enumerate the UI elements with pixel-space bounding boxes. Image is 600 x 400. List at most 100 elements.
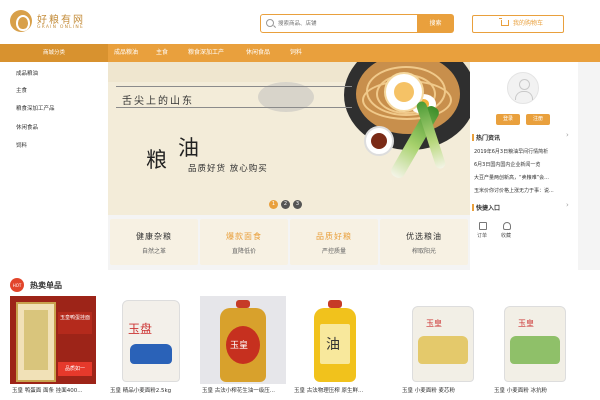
noodle-package-window [24,310,48,370]
product-name: 玉皇 鸭蛋面 面条 挂面400... [12,388,83,394]
section-marker [472,134,474,141]
nav-item-snacks[interactable]: 休闲食品 [246,44,270,62]
product-card[interactable]: 玉皇 玉皇 古法小榨花生油一级压... [198,296,288,400]
feature-subtitle: 直降低价 [231,248,256,255]
product-name: 玉皇 古法物理压榨 原生鲜... [294,388,364,394]
header: 好粮有网 GRAIN ONLINE 搜索 我的购物车 [0,0,600,44]
feature-title: 爆款面食 [226,232,262,241]
feature-subtitle: 榨取阳光 [411,248,436,255]
search-icon [266,19,274,27]
product-image: 玉盘 [108,296,194,384]
category-sidebar: 成品粮油 主食 粮食深加工产品 休闲食品 饲料 [0,62,108,272]
order-icon [479,222,487,230]
quick-links-title: 快捷入口 [476,205,501,212]
bottle-cap [328,300,342,308]
search-box [260,14,418,33]
logo-text: 好粮有网 [37,15,85,26]
quick-link-label: 收藏 [501,233,512,239]
logo-subtext: GRAIN ONLINE [37,25,84,30]
carousel-dots: 1 2 3 [269,200,309,210]
bottle-cap [236,300,250,308]
quick-link-label: 订单 [477,233,488,239]
banner-heading-char-2: 油 [178,136,199,160]
nav-item-staple[interactable]: 主食 [156,44,168,62]
product-image: 油 [292,296,378,384]
logo[interactable]: 好粮有网 GRAIN ONLINE [10,10,130,36]
main-nav: 商城分类 成品粮油 主食 粮食深加工产 休闲食品 饲料 [0,44,600,62]
register-button[interactable]: 注册 [526,114,550,125]
avatar [507,72,539,104]
hot-products-section: HOT 热卖单品 玉皇鸭蛋挂面 品质如一 玉皇 鸭蛋面 面条 挂面400... … [0,270,600,400]
sidebar-item-grain-oil[interactable]: 成品粮油 [16,69,38,77]
page: 好粮有网 GRAIN ONLINE 搜索 我的购物车 商城分类 成品粮油 主食 … [0,0,600,400]
login-button[interactable]: 登录 [496,114,520,125]
cart-button[interactable]: 我的购物车 [472,15,564,33]
search-button[interactable]: 搜索 [417,14,454,33]
product-image: 玉皇 [200,296,286,384]
product-card[interactable]: 玉皇 玉皇 小麦面粉 麦芯粉 [398,296,488,400]
product-card[interactable]: 玉皇 玉皇 小麦面粉 冰抗粉 [490,296,580,400]
news-title: 热门资讯 [476,135,501,142]
feature-subtitle: 严控质量 [321,248,346,255]
product-name: 玉皇 小麦面粉 冰抗粉 [494,388,547,394]
carousel-dot[interactable]: 3 [293,200,302,209]
hero-banner[interactable]: 舌尖上的山东 粮 油 品质好货 放心购买 1 2 3 [108,62,470,215]
hot-badge-icon: HOT [10,278,24,292]
news-item[interactable]: 玉米价你讨价格上涨无力于事：说... [474,187,564,194]
product-image: 玉皇鸭蛋挂面 品质如一 [10,296,96,384]
package-panel-text: 玉皇鸭蛋挂面 [60,315,91,321]
feature-tile[interactable]: 爆款面食 直降低价 [200,219,288,265]
sidebar-item-snacks[interactable]: 休闲食品 [16,123,38,131]
flour-bag [122,300,180,382]
sale-tag: 品质如一 [58,362,92,376]
nav-item-processed[interactable]: 粮食深加工产 [188,44,224,62]
news-item[interactable]: 2019年6月3日粮油早间行情简析 [474,148,564,155]
user-panel: 登录 注册 热门资讯 › 2019年6月3日粮油早间行情简析 6月3日国内国内企… [470,62,578,270]
feature-title: 品质好粮 [316,232,352,241]
feature-tile[interactable]: 健康杂粮 自然之革 [110,219,198,265]
carousel-dot[interactable]: 1 [269,200,278,209]
feature-tiles: 健康杂粮 自然之革 爆款面食 直降低价 品质好粮 严控质量 优选粮油 榨取阳光 [108,215,470,270]
logo-grain-icon [10,10,32,32]
feature-subtitle: 自然之革 [141,248,166,255]
product-image: 玉皇 [400,296,486,384]
banner-heading-char-1: 粮 [146,148,167,172]
feature-tile[interactable]: 优选粮油 榨取阳光 [380,219,468,265]
news-item[interactable]: 6月3日国内国内企业新闻一览 [474,161,564,168]
product-card[interactable]: 玉盘 玉皇 精品小麦面粉2.5kg [106,296,196,400]
product-name: 玉皇 古法小榨花生油一级压... [202,388,275,394]
sidebar-item-staple[interactable]: 主食 [16,86,27,94]
section-marker [472,204,474,211]
search-bar: 搜索 [260,14,454,33]
cart-icon [499,18,509,26]
feature-title: 优选粮油 [406,232,442,241]
product-card[interactable]: 油 玉皇 古法物理压榨 原生鲜... [290,296,380,400]
flour-bag-label: 玉盘 [128,322,153,336]
bottle-brand: 玉皇 [230,341,249,351]
bag-stripe [418,336,468,364]
product-name: 玉皇 精品小麦面粉2.5kg [110,388,172,394]
hot-section-title: 热卖单品 [30,281,62,290]
search-input[interactable] [278,17,413,30]
chevron-right-icon[interactable]: › [566,201,569,209]
sidebar-item-processed[interactable]: 粮食深加工产品 [16,104,55,112]
banner-slogan: 品质好货 放心购买 [188,164,268,174]
bottle-brand: 油 [326,337,340,353]
sidebar-item-feed[interactable]: 饲料 [16,141,27,149]
bag-stripe [130,344,172,364]
nav-item-grain-oil[interactable]: 成品粮油 [114,44,138,62]
banner-sauce-dish [364,126,394,156]
feature-title: 健康杂粮 [136,232,172,241]
product-name: 玉皇 小麦面粉 麦芯粉 [402,388,455,394]
product-card[interactable]: 玉皇鸭蛋挂面 品质如一 玉皇 鸭蛋面 面条 挂面400... [8,296,98,400]
nav-category-menu[interactable]: 商城分类 [0,44,108,62]
heart-icon [503,222,511,230]
banner-subtitle: 舌尖上的山东 [122,96,194,107]
feature-tile[interactable]: 品质好粮 严控质量 [290,219,378,265]
cart-label: 我的购物车 [513,20,544,27]
chevron-right-icon[interactable]: › [566,131,569,139]
news-item[interactable]: 大豆产量两创新高，“卖粮难”会... [474,174,564,181]
nav-item-feed[interactable]: 饲料 [290,44,302,62]
bag-stripe [510,336,560,364]
carousel-dot[interactable]: 2 [281,200,290,209]
